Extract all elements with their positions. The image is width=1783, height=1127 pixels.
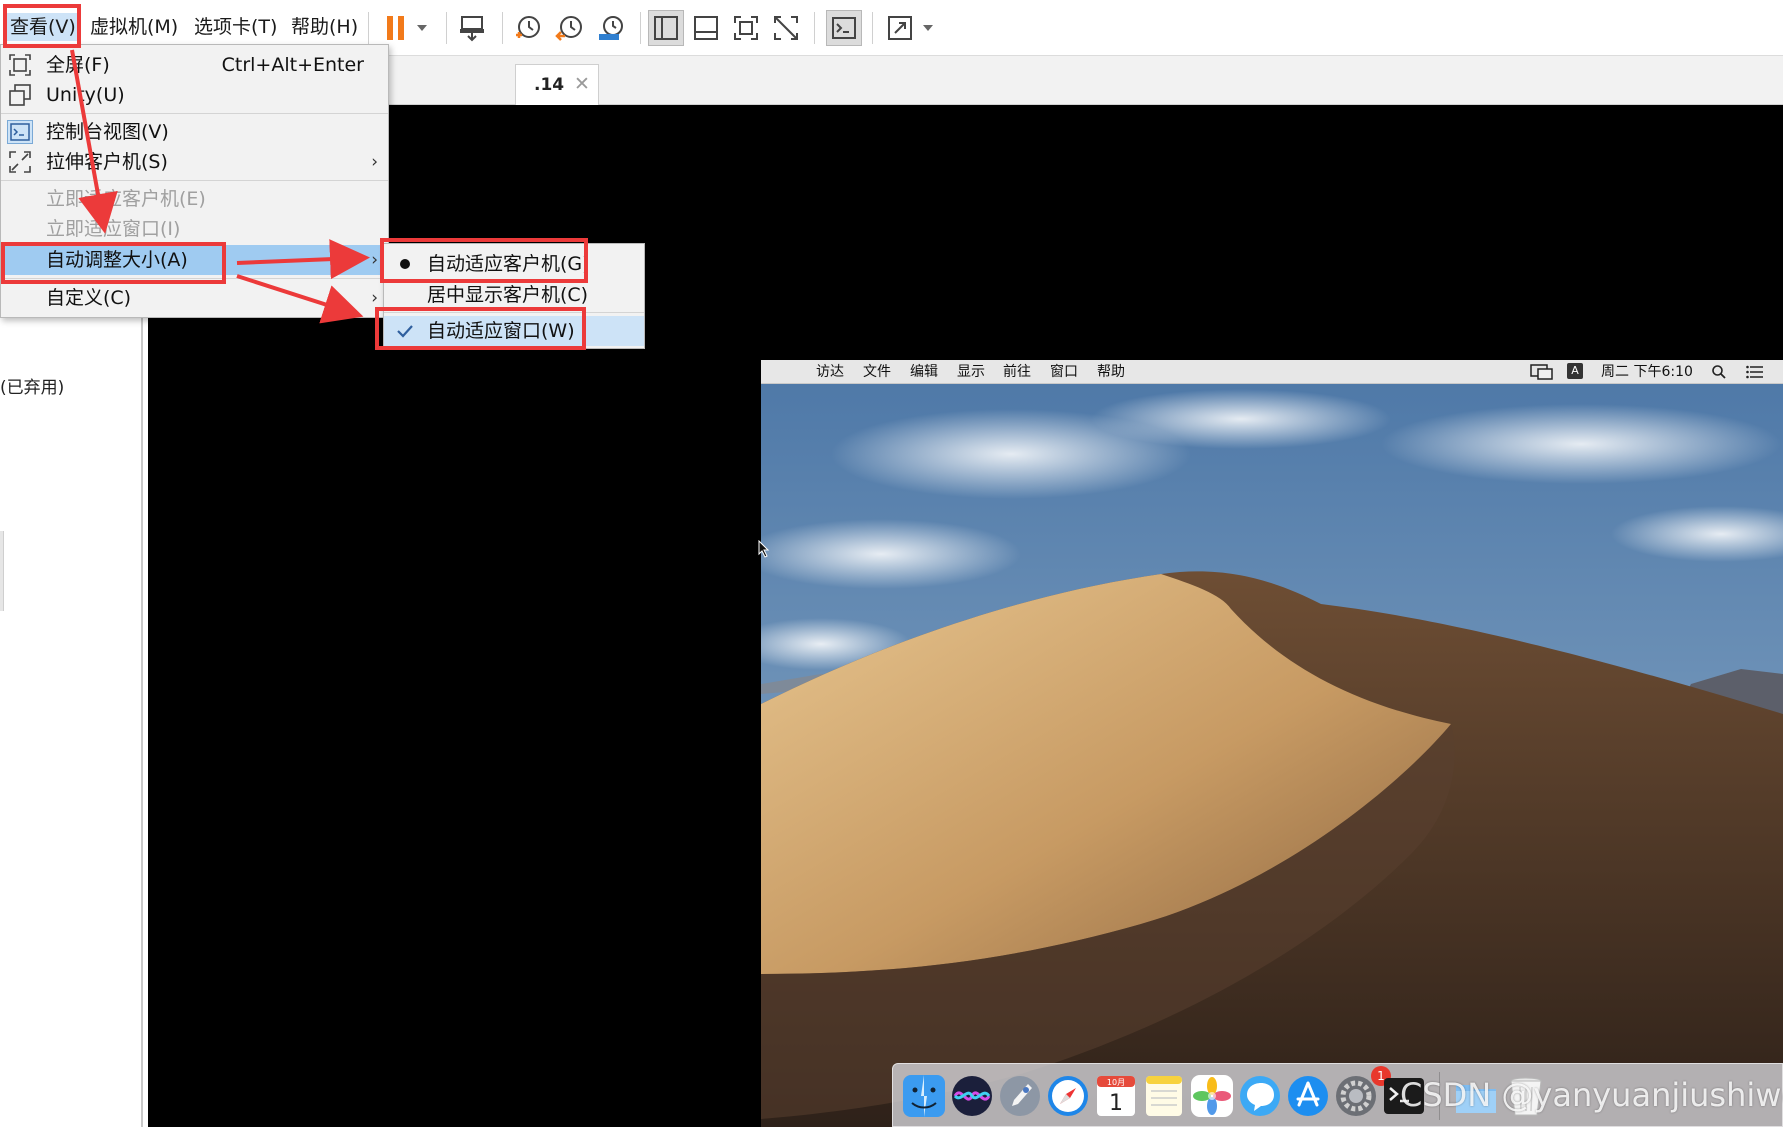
menu-item-label: 立即适应窗口(I) xyxy=(46,218,181,240)
pause-icon[interactable] xyxy=(380,10,412,46)
radio-bullet-icon xyxy=(394,252,416,276)
menu-item-label: Unity(U) xyxy=(46,84,125,106)
menu-item-shortcut: Ctrl+Alt+Enter xyxy=(221,54,364,76)
menu-item-label: 控制台视图(V) xyxy=(46,121,169,143)
finder-icon[interactable] xyxy=(901,1073,947,1119)
mouse-cursor-icon xyxy=(758,540,770,558)
snapshot-manager-icon[interactable] xyxy=(594,10,630,46)
mac-menu-view[interactable]: 显示 xyxy=(957,363,985,381)
macos-guest-display[interactable]: 访达 文件 编辑 显示 前往 窗口 帮助 A 周二 下午6:10 10月 1 1 xyxy=(761,360,1783,1127)
checkmark-icon xyxy=(394,319,416,343)
menu-item-label: 全屏(F) xyxy=(46,54,110,76)
menu-help[interactable]: 帮助(H) xyxy=(287,13,362,41)
menu-item-console-view[interactable]: 控制台视图(V) xyxy=(1,117,388,147)
menu-view[interactable]: 查看(V) xyxy=(6,13,80,41)
mac-menu-finder[interactable]: 访达 xyxy=(816,363,844,381)
fullscreen-icon[interactable] xyxy=(728,10,764,46)
library-view-icon[interactable] xyxy=(648,10,684,46)
menu-item-autosize[interactable]: 自动调整大小(A) › xyxy=(1,245,388,275)
vm-tab[interactable]: .14 ✕ xyxy=(515,64,599,105)
submenu-arrow-icon: › xyxy=(371,152,378,172)
unity-icon xyxy=(7,83,33,107)
stretch-guest-icon[interactable] xyxy=(882,10,918,46)
menu-separator xyxy=(1,278,388,279)
messages-icon[interactable] xyxy=(1237,1073,1283,1119)
menu-separator xyxy=(1,113,388,114)
menu-item-label: 自动调整大小(A) xyxy=(46,249,188,271)
submenu-item-center-guest[interactable]: 居中显示客户机(C) xyxy=(384,280,644,310)
menu-item-stretch-guest[interactable]: 拉伸客户机(S) › xyxy=(1,147,388,177)
spotlight-search-icon[interactable] xyxy=(1711,364,1727,385)
submenu-item-label: 自动适应客户机(G) xyxy=(427,253,590,275)
toolbar-separator xyxy=(814,12,815,44)
menu-item-label: 立即适应客户机(E) xyxy=(46,188,206,210)
vmware-window: 查看(V) 虚拟机(M) 选项卡(T) 帮助(H) (已弃用) .14 ✕ 访达… xyxy=(0,0,1783,1127)
calendar-month-text: 10月 xyxy=(1107,1078,1125,1087)
fullscreen-icon xyxy=(7,53,33,77)
snapshot-revert-icon[interactable] xyxy=(552,10,588,46)
mac-menu-window[interactable]: 窗口 xyxy=(1050,363,1078,381)
pane-splitter-handle[interactable] xyxy=(0,531,4,611)
airplay-icon[interactable] xyxy=(1530,364,1554,385)
mac-menu-file[interactable]: 文件 xyxy=(863,363,891,381)
view-dropdown-menu: 全屏(F) Ctrl+Alt+Enter Unity(U) 控制台视图(V) 拉… xyxy=(0,44,389,318)
stretch-icon xyxy=(7,150,33,174)
close-icon[interactable]: ✕ xyxy=(574,75,590,94)
mac-menu-edit[interactable]: 编辑 xyxy=(910,363,938,381)
unity-disabled-icon[interactable] xyxy=(768,10,804,46)
macos-menubar: 访达 文件 编辑 显示 前往 窗口 帮助 A 周二 下午6:10 xyxy=(761,360,1783,384)
menu-item-fit-guest-now: 立即适应客户机(E) xyxy=(1,184,388,214)
submenu-item-autofit-window[interactable]: 自动适应窗口(W) xyxy=(384,316,644,346)
send-ctrl-alt-del-icon[interactable] xyxy=(454,10,490,46)
dropdown-arrow-icon[interactable] xyxy=(918,10,938,46)
submenu-arrow-icon: › xyxy=(371,288,378,308)
desert-wallpaper xyxy=(761,384,1783,1127)
menu-item-unity[interactable]: Unity(U) xyxy=(1,80,388,110)
submenu-item-label: 自动适应窗口(W) xyxy=(427,320,575,342)
thumbnail-bar-icon[interactable] xyxy=(688,10,724,46)
toolbar-separator xyxy=(640,12,641,44)
menu-separator xyxy=(1,180,388,181)
mac-menu-help[interactable]: 帮助 xyxy=(1097,363,1125,381)
autosize-submenu: 自动适应客户机(G) 居中显示客户机(C) 自动适应窗口(W) xyxy=(383,243,645,349)
console-view-icon[interactable] xyxy=(826,10,862,46)
notification-center-icon[interactable] xyxy=(1746,365,1764,384)
calendar-day-text: 1 xyxy=(1109,1091,1123,1116)
app-store-icon[interactable] xyxy=(1285,1073,1331,1119)
safari-icon[interactable] xyxy=(1045,1073,1091,1119)
menu-item-fit-window-now: 立即适应窗口(I) xyxy=(1,214,388,244)
toolbar-separator xyxy=(368,12,369,44)
menu-item-label: 拉伸客户机(S) xyxy=(46,151,168,173)
menu-tabs[interactable]: 选项卡(T) xyxy=(190,13,281,41)
photos-icon[interactable] xyxy=(1189,1073,1235,1119)
menu-item-label: 自定义(C) xyxy=(46,287,132,309)
menu-vm[interactable]: 虚拟机(M) xyxy=(86,13,182,41)
snapshot-take-icon[interactable] xyxy=(510,10,546,46)
siri-icon[interactable] xyxy=(949,1073,995,1119)
toolbar-separator xyxy=(446,12,447,44)
menu-item-customize[interactable]: 自定义(C) › xyxy=(1,283,388,313)
submenu-item-label: 居中显示客户机(C) xyxy=(427,284,589,306)
library-deprecated-label: (已弃用) xyxy=(0,378,65,398)
toolbar-separator xyxy=(502,12,503,44)
notes-icon[interactable] xyxy=(1141,1073,1187,1119)
submenu-item-autofit-guest[interactable]: 自动适应客户机(G) xyxy=(384,249,644,279)
vm-tab-label: .14 xyxy=(534,75,565,95)
csdn-watermark: CSDN @yanyuanjiushiwo xyxy=(1400,1076,1783,1114)
mac-clock[interactable]: 周二 下午6:10 xyxy=(1601,363,1693,381)
menu-separator xyxy=(384,312,644,313)
calendar-icon[interactable]: 10月 1 xyxy=(1093,1073,1139,1119)
launchpad-icon[interactable] xyxy=(997,1073,1043,1119)
menu-item-fullscreen[interactable]: 全屏(F) Ctrl+Alt+Enter xyxy=(1,50,388,80)
input-source-badge[interactable]: A xyxy=(1567,363,1583,379)
toolbar-separator xyxy=(872,12,873,44)
console-view-icon xyxy=(7,120,33,144)
mac-menu-go[interactable]: 前往 xyxy=(1003,363,1031,381)
tab-strip: .14 ✕ xyxy=(145,56,1783,105)
submenu-arrow-icon: › xyxy=(371,250,378,270)
dropdown-arrow-icon[interactable] xyxy=(412,10,432,46)
